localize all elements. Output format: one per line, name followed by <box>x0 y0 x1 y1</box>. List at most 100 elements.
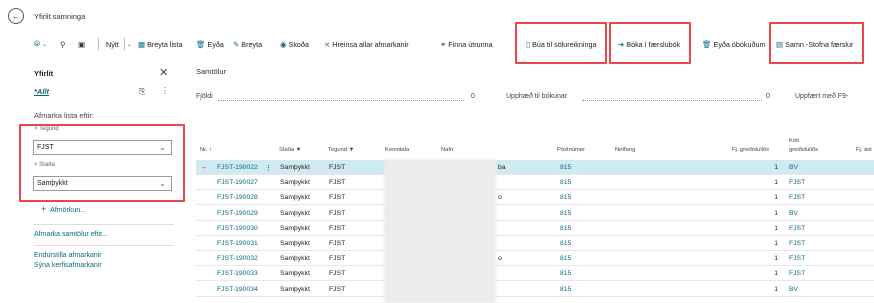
cell-nr[interactable]: FJST-190022 <box>217 164 258 171</box>
cell-status: Samþykkt <box>280 255 310 263</box>
col-header-payment-code-line2[interactable]: greiðsluliðs <box>789 147 818 154</box>
cell-payment-code[interactable]: BV <box>789 164 798 171</box>
more-options-icon[interactable]: ⋮ <box>161 86 169 95</box>
cell-nr[interactable]: FJST-190031 <box>217 240 258 247</box>
cell-postcode[interactable]: 815 <box>560 286 571 293</box>
cell-postcode[interactable]: 815 <box>560 210 571 217</box>
filter-type-input[interactable]: FJST ⌄ <box>33 140 172 155</box>
edit-button[interactable]: ✎ Breyta <box>233 32 262 56</box>
page-title: Yfirlit samninga <box>34 12 86 21</box>
cell-name: ba <box>498 164 506 171</box>
table-row[interactable]: FJST-190028SamþykktFJST2o8151FJST <box>196 190 874 206</box>
cell-payment-code[interactable]: FJST <box>789 240 805 247</box>
trash-icon: 🗑 <box>196 39 206 49</box>
filter-pane-icon[interactable]: ▣ <box>78 32 87 56</box>
find-expired-label: Finna útrunna <box>448 39 493 49</box>
cell-nr[interactable]: FJST-190030 <box>217 225 258 232</box>
cell-type: FJST <box>329 224 346 232</box>
cell-status: Samþykkt <box>280 209 310 217</box>
table-row[interactable]: FJST-190032SamþykktFJST2o8151FJST <box>196 251 874 267</box>
table-row[interactable]: FJST-190033SamþykktFJST18151FJST <box>196 266 874 282</box>
top-bar: ← Yfirlit samninga <box>0 0 874 32</box>
filter-icon: ▼ <box>348 147 355 153</box>
cell-type: FJST <box>329 255 346 263</box>
delete-unposted-label: Eyða óbókuðum <box>713 39 766 49</box>
cell-postcode[interactable]: 815 <box>560 255 571 262</box>
cell-nr[interactable]: FJST-190029 <box>217 210 258 217</box>
table-row[interactable]: FJST-190029SamþykktFJST08151BV <box>196 206 874 221</box>
cell-payment-code[interactable]: FJST <box>789 270 805 277</box>
amount-to-post-label: Upphæð til bókunar <box>506 93 568 100</box>
search-icon[interactable]: ⚲ <box>60 32 68 56</box>
view-label: Skoða <box>288 39 309 49</box>
amount-to-post-value[interactable]: 0 <box>766 93 770 100</box>
new-button[interactable]: Nýtt <box>106 32 119 56</box>
back-icon[interactable]: ← <box>8 8 24 24</box>
chevron-down-icon: ⌄ <box>159 143 166 152</box>
cell-nr[interactable]: FJST-190033 <box>217 270 258 277</box>
cell-payment-count: 1 <box>774 285 778 293</box>
add-filter-link[interactable]: + Afmörkun... <box>41 204 86 214</box>
cell-postcode[interactable]: 815 <box>560 179 571 186</box>
cell-postcode[interactable]: 815 <box>560 225 571 232</box>
cell-payment-code[interactable]: BV <box>789 286 798 293</box>
cell-nr[interactable]: FJST-190028 <box>217 194 258 201</box>
col-header-name[interactable]: Nafn <box>441 147 453 154</box>
cell-name: o <box>498 194 502 202</box>
col-header-postcode[interactable]: Póstnúmer <box>557 147 585 154</box>
filter-status-value: Samþykkt <box>37 180 68 187</box>
add-filter-label: Afmörkun... <box>50 207 86 214</box>
totals-filter-link[interactable]: Afmarka samtölur eftir... <box>34 231 108 238</box>
divider <box>34 224 174 225</box>
cell-name: o <box>498 255 502 263</box>
cell-payment-code[interactable]: FJST <box>789 194 805 201</box>
clear-filters-button[interactable]: ⨯ Hreinsa allar afmarkanir <box>324 32 409 56</box>
table-row[interactable]: FJST-190034SamþykktFJST18151BV <box>196 282 874 297</box>
cell-status: Samþykkt <box>280 285 310 293</box>
cell-payment-count: 1 <box>774 255 778 263</box>
table-row[interactable]: →⋮FJST-190022SamþykktFJST0ba8151BV <box>196 160 874 175</box>
table-row[interactable]: FJST-190027SamþykktFJST28151FJST <box>196 175 874 191</box>
find-expired-button[interactable]: ⚭ Finna útrunna <box>440 32 493 56</box>
view-all-link[interactable]: *Allt <box>34 87 49 96</box>
cell-type: FJST <box>329 194 346 202</box>
cell-nr[interactable]: FJST-190027 <box>217 179 258 186</box>
delete-button[interactable]: 🗑 Eyða <box>196 32 224 56</box>
close-icon[interactable]: ✕ <box>159 66 168 79</box>
cell-postcode[interactable]: 815 <box>560 240 571 247</box>
cell-payment-code[interactable]: BV <box>789 210 798 217</box>
row-actions-icon[interactable]: ⋮ <box>265 164 272 172</box>
new-chevron-icon[interactable]: ⌄ <box>127 32 132 56</box>
col-header-email[interactable]: Netfang <box>615 147 635 154</box>
view-toggle-icon[interactable]: ⦾ ⌄ <box>34 32 47 56</box>
col-header-fj-ast[interactable]: Fj. ást <box>856 147 872 154</box>
reset-filters-link[interactable]: Endurstilla afmarkanir <box>34 252 102 259</box>
delete-label: Eyða <box>207 39 224 49</box>
trash-icon: 🗑 <box>702 39 712 49</box>
filter-status-input[interactable]: Samþykkt ⌄ <box>33 176 172 191</box>
cell-payment-code[interactable]: FJST <box>789 225 805 232</box>
col-header-ssn[interactable]: Kennitala <box>385 147 409 154</box>
col-header-payment-count[interactable]: Fj. greiðsluliðs <box>732 147 769 154</box>
col-header-payment-code-line1[interactable]: Kóti <box>789 138 799 145</box>
cell-type: FJST <box>329 270 346 278</box>
cell-postcode[interactable]: 815 <box>560 270 571 277</box>
cell-payment-code[interactable]: FJST <box>789 255 805 262</box>
filter-status-label: × Staða <box>34 162 55 168</box>
cell-postcode[interactable]: 815 <box>560 164 571 171</box>
table-row[interactable]: FJST-190031SamþykktFJST28151FJST <box>196 236 874 251</box>
col-header-type[interactable]: Tegund ▼ <box>328 147 354 154</box>
col-header-nr[interactable]: Nr. ↑ <box>200 147 212 154</box>
count-value[interactable]: 0 <box>471 93 475 100</box>
save-view-icon[interactable]: ⎘ <box>139 87 145 97</box>
delete-unposted-button[interactable]: 🗑 Eyða óbókuðum <box>702 32 765 56</box>
cell-postcode[interactable]: 815 <box>560 194 571 201</box>
view-button[interactable]: ◉ Skoða <box>280 32 309 56</box>
cell-payment-code[interactable]: FJST <box>789 179 805 186</box>
table-row[interactable]: FJST-190030SamþykktFJST08151FJST <box>196 221 874 236</box>
col-header-status[interactable]: Staða ▼ <box>279 147 302 154</box>
show-system-filters-link[interactable]: Sýna kerfisafmarkanir <box>34 262 102 269</box>
edit-list-button[interactable]: ▦ Breyta lista <box>138 32 183 56</box>
cell-nr[interactable]: FJST-190032 <box>217 255 258 262</box>
cell-nr[interactable]: FJST-190034 <box>217 286 258 293</box>
